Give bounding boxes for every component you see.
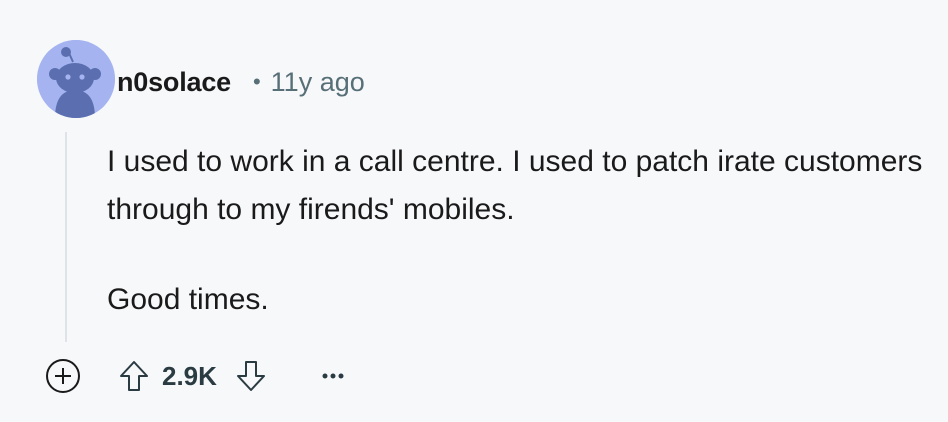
meta-separator: •: [252, 69, 261, 94]
plus-circle-icon: [46, 359, 80, 393]
comment-paragraph: I used to work in a call centre. I used …: [107, 145, 923, 226]
comment-meta: n0solace • 11y ago: [117, 62, 365, 102]
comment-age[interactable]: 11y ago: [271, 67, 365, 98]
comment-paragraph: Good times.: [107, 283, 269, 316]
author-name[interactable]: n0solace: [117, 67, 231, 98]
thread-line[interactable]: [65, 132, 67, 342]
more-options-icon: [322, 373, 344, 379]
arrow-down-icon: [236, 361, 265, 391]
arrow-up-icon: [120, 361, 148, 391]
upvote-button[interactable]: [114, 356, 154, 396]
expand-button[interactable]: [44, 357, 82, 395]
comment-actions: 2.9K: [44, 356, 353, 396]
downvote-button[interactable]: [231, 356, 271, 396]
snoo-avatar-icon: [37, 40, 115, 118]
user-avatar[interactable]: [37, 40, 115, 118]
vote-score: 2.9K: [162, 360, 217, 391]
more-options-button[interactable]: [313, 356, 353, 396]
comment-body: I used to work in a call centre. I used …: [107, 138, 937, 324]
